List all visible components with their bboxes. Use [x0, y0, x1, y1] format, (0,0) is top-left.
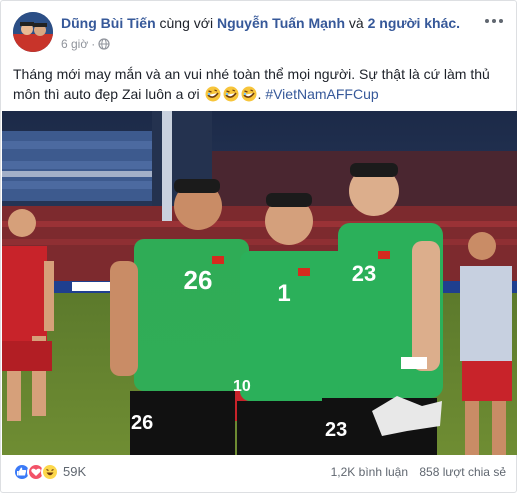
and-text: và: [348, 15, 364, 31]
reaction-count[interactable]: 59K: [63, 463, 86, 481]
rofl-emoji-icon: [223, 86, 239, 102]
post-photo[interactable]: 26 26 1 10 23 23: [2, 111, 517, 455]
post-stats: 1,2K bình luận 858 lượt chia sẻ: [323, 464, 506, 480]
jersey-number-26: 26: [184, 265, 213, 295]
hashtag-link[interactable]: #VietNamAFFCup: [265, 86, 378, 102]
author-avatar[interactable]: [13, 12, 53, 52]
globe-icon[interactable]: [98, 38, 110, 50]
with-text: cùng với: [159, 15, 214, 31]
reactions-summary[interactable]: 59K: [13, 463, 86, 481]
rofl-emoji-icon: [205, 86, 221, 102]
post-header-text: Dũng Bùi Tiến cùng với Nguyễn Tuấn Mạnh …: [61, 14, 481, 32]
bg-player-number: 10: [233, 378, 251, 395]
comments-count-link[interactable]: 1,2K bình luận: [331, 465, 408, 479]
shorts-number-26: 26: [131, 412, 153, 434]
meta-separator: ·: [91, 37, 96, 51]
author-name-link[interactable]: Dũng Bùi Tiến: [61, 15, 156, 31]
shorts-number-23: 23: [325, 419, 347, 441]
more-dot: [499, 19, 503, 23]
more-options-icon[interactable]: [482, 14, 506, 28]
more-dot: [485, 19, 489, 23]
others-link[interactable]: 2 người khác.: [368, 15, 460, 31]
jersey-number-23: 23: [352, 261, 376, 286]
shares-count-link[interactable]: 858 lượt chia sẻ: [419, 465, 506, 479]
haha-icon: [41, 463, 59, 481]
rofl-emoji-icon: [241, 86, 257, 102]
post-footer: 59K 1,2K bình luận 858 lượt chia sẻ: [13, 460, 506, 482]
jersey-number-1: 1: [277, 280, 290, 307]
facebook-post: Dũng Bùi Tiến cùng với Nguyễn Tuấn Mạnh …: [0, 0, 517, 493]
post-time-link[interactable]: 6 giờ: [61, 36, 88, 52]
tagged-friend-link[interactable]: Nguyễn Tuấn Mạnh: [217, 15, 345, 31]
post-header: Dũng Bùi Tiến cùng với Nguyễn Tuấn Mạnh …: [13, 12, 506, 56]
post-meta: 6 giờ ·: [61, 36, 110, 52]
more-dot: [492, 19, 496, 23]
post-message: Tháng mới may mắn và an vui nhé toàn thể…: [13, 66, 490, 102]
